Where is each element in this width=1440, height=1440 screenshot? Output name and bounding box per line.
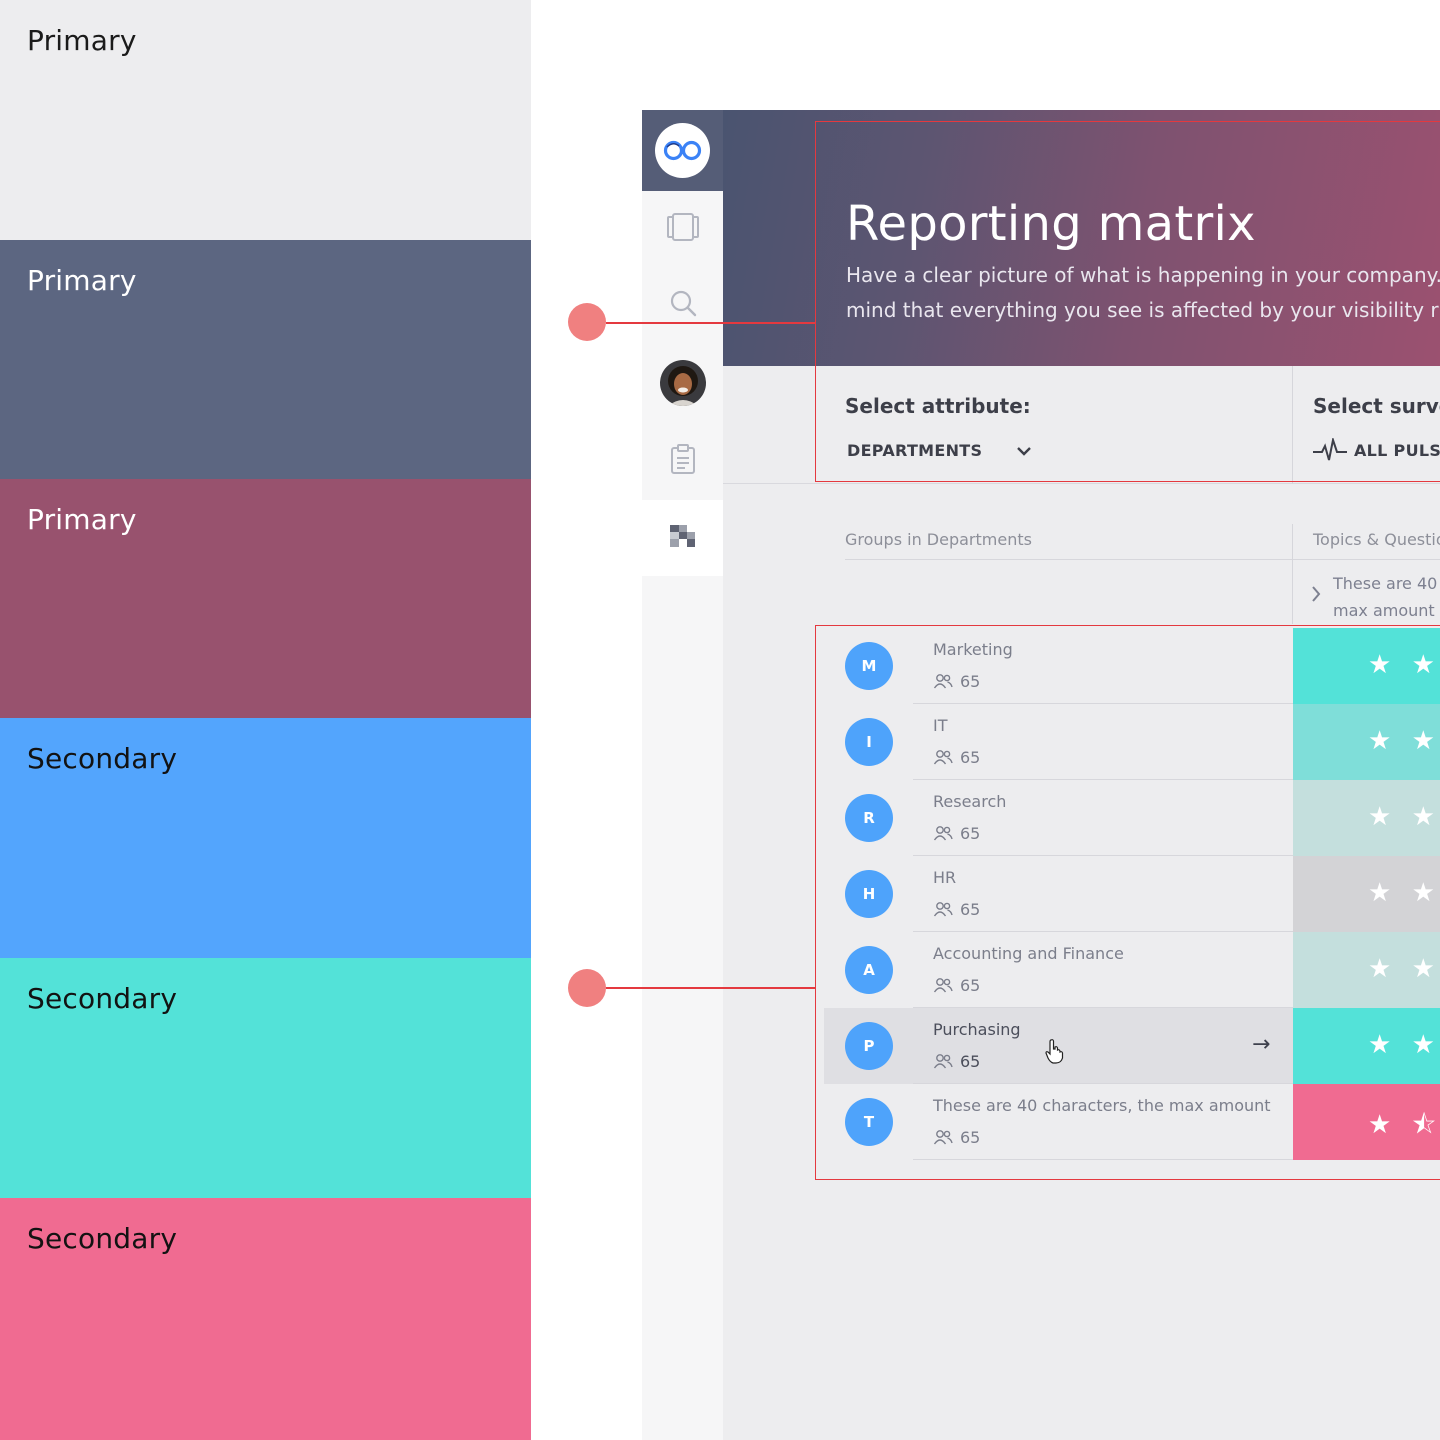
groups-column-header: Groups in Departments bbox=[845, 530, 1032, 549]
swatch-secondary-teal: Secondary bbox=[0, 958, 531, 1198]
annotation-dot bbox=[568, 969, 606, 1007]
topic-note: These are 40 c max amount bbox=[1333, 570, 1440, 624]
chevron-right-icon[interactable] bbox=[1310, 585, 1322, 607]
header-divider bbox=[845, 559, 1293, 560]
topic-note-line: These are 40 c bbox=[1333, 574, 1440, 593]
matrix-icon bbox=[669, 525, 696, 551]
header-divider bbox=[1293, 559, 1440, 560]
column-divider bbox=[1292, 524, 1293, 624]
book-icon bbox=[665, 211, 701, 247]
swatch-label: Primary bbox=[27, 24, 137, 57]
swatch-label: Secondary bbox=[27, 742, 178, 775]
swatch-secondary-blue: Secondary bbox=[0, 718, 531, 958]
swatch-secondary-pink: Secondary bbox=[0, 1198, 531, 1440]
annotation-leader-line bbox=[606, 322, 816, 324]
nav-item-surveys[interactable] bbox=[642, 423, 723, 499]
nav-item-search[interactable] bbox=[642, 267, 723, 343]
topics-column-header: Topics & Questio bbox=[1313, 530, 1440, 549]
sidebar bbox=[642, 110, 723, 1440]
search-icon bbox=[668, 288, 698, 322]
nav-item-library[interactable] bbox=[642, 191, 723, 267]
avatar bbox=[659, 360, 706, 406]
swatch-label: Secondary bbox=[27, 1222, 178, 1255]
logo-container[interactable] bbox=[642, 110, 723, 191]
annotation-box-list bbox=[815, 625, 1440, 1180]
annotation-dot bbox=[568, 303, 606, 341]
annotation-leader-line bbox=[606, 987, 816, 989]
swatch-label: Secondary bbox=[27, 982, 178, 1015]
swatch-primary-slate: Primary bbox=[0, 240, 531, 479]
topic-note-line: max amount bbox=[1333, 601, 1435, 620]
swatch-primary-light: Primary bbox=[0, 0, 531, 240]
annotation-box-header bbox=[815, 121, 1440, 482]
swatch-label: Primary bbox=[27, 503, 137, 536]
clipboard-icon bbox=[669, 443, 697, 479]
nav-item-reporting-matrix[interactable] bbox=[642, 500, 723, 576]
swatch-label: Primary bbox=[27, 264, 137, 297]
swatch-primary-plum: Primary bbox=[0, 479, 531, 718]
nav-item-profile[interactable] bbox=[642, 345, 723, 421]
logo-icon bbox=[655, 123, 710, 178]
